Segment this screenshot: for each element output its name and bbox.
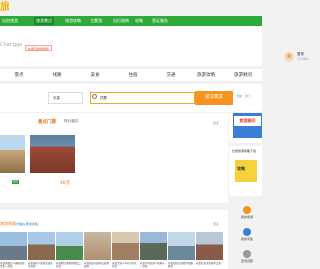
route-caption-0[interactable]: 长葛凤凰台+钟繇故里文化一日游 [0,262,27,269]
attraction-image-1[interactable] [0,135,25,173]
my-travel-button[interactable]: 我的旅游 [236,206,258,219]
nav-item-3[interactable]: 主题游 [88,17,104,25]
nav-item-1[interactable]: 旅游景点 [34,17,54,25]
route-thumb-7[interactable] [196,232,223,260]
city-select[interactable]: 长葛 [48,92,83,104]
route-thumb-0[interactable] [0,232,27,260]
tab-1[interactable]: 线路 [38,69,76,83]
promo-title[interactable]: 长葛旅游攻略下载 [232,149,256,153]
site-logo[interactable]: 旅 [0,0,9,15]
suitcase-icon [243,206,251,214]
route-thumb-2[interactable] [56,232,83,260]
route-thumb-3[interactable] [84,232,111,260]
price-label: 40元 [60,181,71,186]
routes-title[interactable]: 旅游线路 [0,221,16,227]
my-qa-label: 我的问答 [240,237,253,241]
my-qa-button[interactable]: 我的问答 [236,228,258,241]
nav-item-4[interactable]: 出行指南 [111,17,131,25]
promo-image-text: 攻略 [237,166,245,171]
category-tabs: 景点 线路 美食 住宿 交通 旅游攻略 旅游顾问 [0,68,262,82]
breadcrumb: 当前：旅门 [236,94,252,98]
user-id: 71484 [297,57,309,61]
nav-item-2[interactable]: 旅游攻略 [63,17,83,25]
route-thumb-1[interactable] [28,232,55,260]
routes-subtitle[interactable]: [线路&旅游线路] [16,222,39,226]
top-nav: 自由旅游 旅游景点 旅游攻略 主题游 出行指南 攻略 签证服务 [0,16,262,26]
city-brand: Changge [0,42,23,48]
chat-icon [243,228,251,236]
user-box[interactable]: 登录 71484 [284,52,314,64]
tab-0[interactable]: 景点 [0,69,38,83]
route-thumb-6[interactable] [168,232,195,260]
arrow-up-icon [243,250,251,258]
avatar[interactable] [284,52,294,62]
nav-item-0[interactable]: 自由旅游 [0,17,20,25]
search-icon [92,94,97,99]
submit-request-button[interactable]: 提交需求 [195,91,233,105]
my-travel-label: 我的旅游 [240,215,253,219]
guide-download-image[interactable]: 攻略 [235,160,257,182]
nav-item-5[interactable]: 攻略 [133,17,145,25]
tab-6[interactable]: 旅游顾问 [224,69,262,83]
routes-more-link[interactable]: 更多 [213,222,219,226]
nav-item-6[interactable]: 签证服务 [150,17,170,25]
back-to-top-button[interactable]: 回到顶部 [236,250,258,263]
service-badge[interactable]: 优质目的地服务 [25,45,53,51]
deal-chip: 特价 [12,180,19,184]
tab-4[interactable]: 交通 [152,69,190,83]
route-caption-7[interactable]: 长葛红色文化研学之旅 [196,262,223,269]
search-input[interactable]: 顶着 [90,92,195,104]
route-caption-2[interactable]: 长葛陉山风景区精品二日游 [56,262,83,269]
ad-text: 旅游顾问 [234,116,261,126]
route-caption-1[interactable]: 长葛城区+葛天氏遗址半日游 [28,262,55,269]
route-caption-5[interactable]: 长葛乡村民俗+农家乐一日游 [140,262,167,269]
attraction-image-2[interactable] [30,135,75,173]
section-subtitle[interactable]: 特价酒店 [64,119,78,124]
route-caption-3[interactable]: 长葛双洎河湿地公园休闲游 [84,262,111,269]
tab-2[interactable]: 美食 [76,69,114,83]
route-thumb-4[interactable] [112,232,139,260]
tab-3[interactable]: 住宿 [114,69,152,83]
back-to-top-label: 回到顶部 [240,259,253,263]
route-caption-6[interactable]: 长葛周边自驾精华线路推荐 [168,262,195,269]
route-caption-4[interactable]: 长葛古塔+千年古寺文化游 [112,262,139,269]
more-link[interactable]: 更多 [213,121,219,125]
section-title[interactable]: 景点门票 [38,119,56,125]
tab-5[interactable]: 旅游攻略 [187,69,225,83]
route-thumb-5[interactable] [140,232,167,260]
